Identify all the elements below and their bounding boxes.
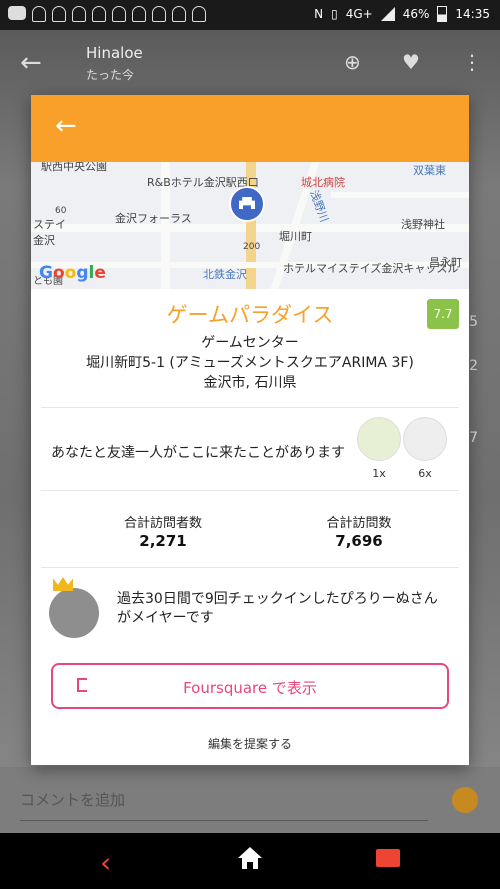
visits-value: 7,696 xyxy=(335,532,383,550)
background-number: 5 xyxy=(469,314,478,330)
venue-dialog: ← 駅西中央公園 R&Bホテル金沢駅西口 城北病院 双葉東 金沢フォーラス 浅野… xyxy=(31,95,469,765)
divider xyxy=(41,567,459,568)
friend-count: 1x xyxy=(372,467,386,480)
google-logo: Google xyxy=(39,263,106,283)
ghost-icon xyxy=(72,6,86,22)
score-badge: 7.7 xyxy=(427,299,459,329)
background-title: Hinaloe xyxy=(86,44,143,62)
friends-text: あなたと友達一人がここに来たことがあります xyxy=(51,445,345,461)
venue-address-line1: 堀川新町5-1 (アミューズメントスクエアARIMA 3F) xyxy=(86,355,414,371)
battery-icon xyxy=(437,6,448,22)
visitors-value: 2,271 xyxy=(139,532,187,550)
google-letter: o xyxy=(52,263,65,283)
background-subtitle: たった今 xyxy=(86,68,135,82)
ghost-icon xyxy=(32,6,46,22)
status-indicators: N ▯ 4G+ 46% 14:35 xyxy=(314,6,490,22)
comment-bar: コメントを追加 xyxy=(0,767,500,833)
background-number: 7 xyxy=(469,430,478,446)
signal-icon xyxy=(380,7,395,21)
friend-avatar[interactable] xyxy=(403,417,447,461)
mayor-text: 過去30日間で9回チェックインしたぴろりーぬさんがメイヤーです xyxy=(117,591,438,626)
clock: 14:35 xyxy=(455,7,490,21)
emoji-icon[interactable] xyxy=(452,787,478,813)
venue-name: ゲームパラダイス xyxy=(166,303,334,327)
ghost-icon xyxy=(172,6,186,22)
google-letter: G xyxy=(39,263,53,283)
map-label: 浅野神社 xyxy=(401,218,445,231)
vibrate-icon: ▯ xyxy=(331,7,338,21)
map-label: 堀川町 xyxy=(279,230,312,243)
mayor-avatar[interactable] xyxy=(49,588,99,638)
map-label: 城北病院 xyxy=(301,176,345,189)
suggest-edit-link[interactable]: 編集を提案する xyxy=(31,735,469,752)
background-back-icon: ← xyxy=(20,48,42,78)
map-label: 双葉東 xyxy=(413,164,446,177)
ghost-icon xyxy=(92,6,106,22)
venue-category: ゲームセンター xyxy=(201,335,299,351)
dialog-header: ← xyxy=(31,95,469,162)
map-road xyxy=(331,192,469,198)
map-label: 昌永町 xyxy=(429,256,462,269)
nav-home-icon[interactable] xyxy=(237,845,263,871)
status-bar: N ▯ 4G+ 46% 14:35 xyxy=(0,0,500,30)
notification-icons xyxy=(8,6,206,22)
nav-recent-apps-icon[interactable] xyxy=(376,849,400,867)
navigation-bar: ‹ xyxy=(0,833,500,889)
visits-label: 合計訪問数 xyxy=(326,516,392,531)
divider xyxy=(41,407,459,408)
map-label: ステイ xyxy=(33,218,66,231)
crown-icon xyxy=(53,577,73,591)
venue-map[interactable]: 駅西中央公園 R&Bホテル金沢駅西口 城北病院 双葉東 金沢フォーラス 浅野神社… xyxy=(31,162,469,289)
map-label: 200 xyxy=(243,242,261,252)
add-photo-icon: ⊕ xyxy=(344,50,361,74)
map-label: 金沢 xyxy=(33,234,55,247)
comment-input[interactable]: コメントを追加 xyxy=(20,789,125,810)
foursquare-button-label: Foursquare で表示 xyxy=(183,679,317,697)
ghost-icon xyxy=(192,6,206,22)
network-type: 4G+ xyxy=(345,7,373,21)
view-on-foursquare-button[interactable]: Foursquare で表示 xyxy=(51,663,449,709)
venue-address-line2: 金沢市, 石川県 xyxy=(203,375,297,391)
battery-percent: 46% xyxy=(402,7,430,21)
ghost-icon xyxy=(112,6,126,22)
ghost-icon xyxy=(152,6,166,22)
google-letter: o xyxy=(64,263,77,283)
heart-icon: ♥ xyxy=(402,50,420,74)
google-letter: e xyxy=(94,263,106,283)
overflow-menu-icon: ⋮ xyxy=(462,50,482,74)
more-notifications-icon xyxy=(8,6,26,20)
map-label: 北鉄金沢 xyxy=(203,268,247,281)
ghost-icon xyxy=(52,6,66,22)
ghost-icon xyxy=(132,6,146,22)
nfc-icon: N xyxy=(314,7,324,21)
divider xyxy=(41,490,459,491)
background-number: 2 xyxy=(469,358,478,374)
friend-count: 6x xyxy=(418,467,432,480)
google-letter: g xyxy=(76,263,89,283)
dialog-back-button[interactable]: ← xyxy=(55,113,77,139)
visitors-label: 合計訪問者数 xyxy=(123,516,202,531)
map-pin-icon xyxy=(229,186,265,222)
map-label: 60 xyxy=(55,206,67,216)
map-label: 金沢フォーラス xyxy=(115,212,192,225)
map-label: 浅野川 xyxy=(307,188,331,224)
friend-avatar[interactable] xyxy=(357,417,401,461)
nav-back-icon[interactable]: ‹ xyxy=(100,846,111,879)
map-label: 駅西中央公園 xyxy=(41,162,107,173)
comment-underline xyxy=(20,820,428,821)
